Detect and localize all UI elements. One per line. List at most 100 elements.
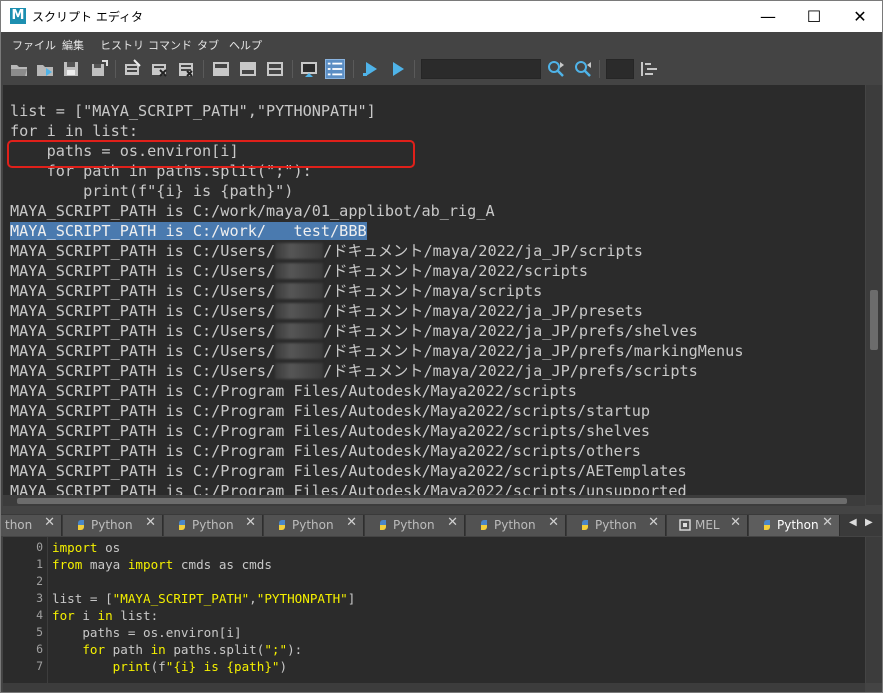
script-input-editor[interactable]: 0 1 2 3 4 5 6 7 import os from maya import cmds … xyxy=(3,537,865,683)
menu-tab[interactable]: タブ xyxy=(197,37,219,53)
tab-close-icon[interactable]: ✕ xyxy=(730,515,741,530)
tab-close-icon[interactable]: ✕ xyxy=(145,515,156,530)
redacted-username xyxy=(275,343,324,359)
output-horizontal-scrollbar[interactable] xyxy=(3,495,865,506)
output-line-text: MAYA_SCRIPT_PATH is C:/Users/ xyxy=(10,282,276,300)
code-token: "PYTHONPATH" xyxy=(256,591,348,606)
scrollbar-thumb[interactable] xyxy=(17,498,847,504)
code-token: paths = os.environ[i] xyxy=(52,625,242,640)
menu-history[interactable]: ヒストリ xyxy=(100,37,144,53)
show-input-icon[interactable] xyxy=(238,59,258,79)
search-next-icon[interactable] xyxy=(546,59,566,79)
output-line-text: /ドキュメント/maya/2022/ja_JP/presets xyxy=(323,302,643,320)
clear-input-icon[interactable] xyxy=(149,59,169,79)
redacted-username xyxy=(275,263,324,279)
output-line: for i in list: xyxy=(10,121,138,141)
menu-command[interactable]: コマンド xyxy=(148,37,192,53)
tab-label: Python xyxy=(393,518,435,532)
open-script-icon[interactable] xyxy=(9,59,29,79)
output-line-text: MAYA_SCRIPT_PATH is C:/work/ xyxy=(10,222,267,240)
highlight-annotation-box xyxy=(7,140,415,168)
code-line: for path in paths.split(";"): xyxy=(52,641,302,658)
editor-horizontal-scrollbar[interactable] xyxy=(3,683,865,692)
python-icon xyxy=(279,520,285,530)
minimize-button[interactable]: — xyxy=(745,1,791,32)
menu-help[interactable]: ヘルプ xyxy=(229,37,262,53)
output-line-text: /ドキュメント/maya/2022/ja_JP/prefs/shelves xyxy=(323,322,698,340)
line-number: 4 xyxy=(36,608,43,622)
show-history-icon[interactable] xyxy=(211,59,231,79)
clear-all-icon[interactable] xyxy=(176,59,196,79)
tab-close-icon[interactable]: ✕ xyxy=(648,515,659,530)
editor-vertical-scrollbar[interactable] xyxy=(866,537,882,683)
output-line: MAYA_SCRIPT_PATH is C:/Users/ /ドキュメント/may… xyxy=(10,321,698,341)
code-token: (f xyxy=(150,659,166,674)
menu-edit[interactable]: 編集 xyxy=(62,37,84,53)
show-both-icon[interactable] xyxy=(265,59,285,79)
tab-label: Python xyxy=(192,518,234,532)
code-line: from maya import cmds as cmds xyxy=(52,556,272,573)
tab-scroll-right-icon[interactable]: ▶ xyxy=(865,517,873,528)
close-button[interactable]: ✕ xyxy=(837,1,883,32)
tab-close-icon[interactable]: ✕ xyxy=(548,515,559,530)
python-icon xyxy=(481,520,487,530)
output-line: MAYA_SCRIPT_PATH is C:/Users/ /ドキュメント/may… xyxy=(10,281,542,301)
script-tab-python[interactable]: Python ✕ xyxy=(466,515,566,536)
script-tab-python[interactable]: Python ✕ xyxy=(567,515,666,536)
output-line-text: MAYA_SCRIPT_PATH is C:/Program Files/Aut… xyxy=(10,462,687,480)
script-tab-python[interactable]: Python ✕ xyxy=(365,515,465,536)
code-token: ";" xyxy=(264,642,288,657)
output-line-text: /ドキュメント/maya/2022/ja_JP/prefs/scripts xyxy=(323,362,698,380)
tab-scroll-left-icon[interactable]: ◀ xyxy=(849,517,857,528)
execute-icon[interactable] xyxy=(388,59,408,79)
maximize-button[interactable]: ☐ xyxy=(791,1,837,32)
line-number: 1 xyxy=(36,557,43,571)
code-token: in xyxy=(97,608,113,623)
code-token: "MAYA_SCRIPT_PATH" xyxy=(112,591,250,606)
tab-label: thon xyxy=(5,518,33,532)
code-token: in xyxy=(150,642,166,657)
output-line-text: list = ["MAYA_SCRIPT_PATH","PYTHONPATH"] xyxy=(10,102,376,120)
save-script-icon[interactable] xyxy=(61,59,81,79)
echo-all-commands-icon[interactable] xyxy=(299,59,319,79)
go-to-line-icon[interactable] xyxy=(639,59,659,79)
output-line: MAYA_SCRIPT_PATH is C:/Users/ /ドキュメント/may… xyxy=(10,261,588,281)
script-tab-python[interactable]: thon ✕ xyxy=(1,515,62,536)
redacted-username xyxy=(275,243,324,259)
code-token: os xyxy=(97,540,121,555)
title-bar: M スクリプト エディタ — ☐ ✕ xyxy=(1,1,882,32)
output-line: MAYA_SCRIPT_PATH is C:/Users/ /ドキュメント/may… xyxy=(10,341,743,361)
line-number: 6 xyxy=(36,642,43,656)
redacted-username xyxy=(275,283,324,299)
output-line-text: MAYA_SCRIPT_PATH is C:/Users/ xyxy=(10,322,276,340)
search-field[interactable] xyxy=(421,59,541,79)
script-tab-mel[interactable]: MEL ✕ xyxy=(667,515,748,536)
script-tab-python[interactable]: Python ✕ xyxy=(164,515,263,536)
python-icon xyxy=(179,520,185,530)
script-tab-bar: thon ✕ Python ✕ Python ✕ Python ✕ Python ✕ Python ✕… xyxy=(1,514,882,536)
clear-history-icon[interactable] xyxy=(122,59,142,79)
line-number: 3 xyxy=(36,591,43,605)
tab-label: Python xyxy=(595,518,637,532)
script-tab-python[interactable]: Python ✕ xyxy=(63,515,163,536)
tab-close-icon[interactable]: ✕ xyxy=(245,515,256,530)
output-line-text: MAYA_SCRIPT_PATH is C:/Users/ xyxy=(10,242,276,260)
code-token: from xyxy=(52,557,83,572)
script-tab-python[interactable]: Python ✕ xyxy=(264,515,364,536)
tab-close-icon[interactable]: ✕ xyxy=(346,515,357,530)
show-line-numbers-icon[interactable] xyxy=(325,59,345,79)
tab-close-icon[interactable]: ✕ xyxy=(447,515,458,530)
menu-file[interactable]: ファイル xyxy=(12,37,56,53)
script-tab-python[interactable]: Python ✕ xyxy=(749,515,840,536)
scrollbar-thumb[interactable] xyxy=(870,290,878,350)
output-vertical-scrollbar[interactable] xyxy=(866,85,882,505)
source-script-icon[interactable] xyxy=(35,59,55,79)
save-script-to-shelf-icon[interactable] xyxy=(89,59,109,79)
tab-close-icon[interactable]: ✕ xyxy=(44,515,55,530)
line-number: 2 xyxy=(36,574,43,588)
search-previous-icon[interactable] xyxy=(573,59,593,79)
line-number-field[interactable] xyxy=(606,59,634,79)
tab-close-icon[interactable]: ✕ xyxy=(822,515,833,530)
execute-all-icon[interactable] xyxy=(361,59,381,79)
